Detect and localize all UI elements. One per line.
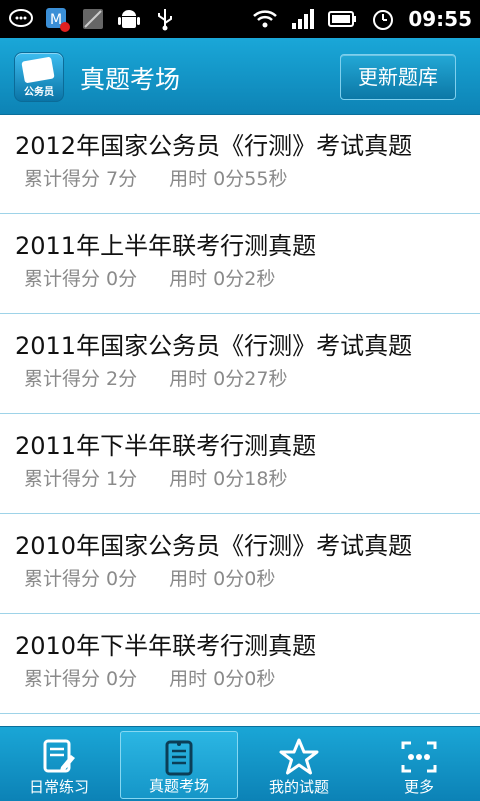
- wifi-icon: [253, 10, 278, 28]
- item-title: 2011年下半年联考行测真题: [15, 432, 317, 460]
- item-score: 累计得分 2分: [24, 368, 138, 390]
- tab-label: 真题考场: [148, 777, 209, 795]
- tab-real-exam[interactable]: 真题考场: [120, 731, 238, 799]
- tab-more[interactable]: 更多: [360, 731, 478, 799]
- battery-icon: [328, 11, 357, 27]
- item-meta: 累计得分 0分 用时 0分0秒: [24, 564, 275, 591]
- list-item[interactable]: 2011年下半年联考行测真题 累计得分 1分 用时 0分18秒: [0, 414, 480, 514]
- list-item[interactable]: 2012年国家公务员《行测》考试真题 累计得分 7分 用时 0分55秒: [0, 114, 480, 214]
- page-title: 真题考场: [80, 65, 181, 94]
- chat-icon: [9, 9, 33, 27]
- item-title: 2011年国家公务员《行测》考试真题: [15, 332, 413, 360]
- tab-label: 更多: [403, 778, 434, 796]
- app-logo: 公务员: [14, 52, 64, 102]
- item-title: 2010年下半年联考行测真题: [15, 632, 317, 660]
- list-item[interactable]: 2010年国家公务员《行测》考试真题 累计得分 0分 用时 0分0秒: [0, 514, 480, 614]
- star-icon: [279, 738, 319, 775]
- bottom-tab-bar: 日常练习 真题考场 我的试题 更多: [0, 726, 480, 801]
- item-meta: 累计得分 0分 用时 0分0秒: [24, 664, 275, 691]
- item-title: 2012年国家公务员《行测》考试真题: [15, 132, 413, 160]
- more-icon: [401, 741, 437, 773]
- edit-icon: [43, 739, 75, 773]
- item-score: 累计得分 7分: [24, 168, 138, 190]
- item-time: 用时 0分0秒: [169, 568, 276, 590]
- usb-icon: [158, 9, 172, 31]
- android-icon: [118, 10, 140, 28]
- tab-label: 日常练习: [28, 778, 89, 796]
- item-title: 2010年国家公务员《行测》考试真题: [15, 532, 413, 560]
- item-time: 用时 0分27秒: [169, 368, 288, 390]
- list-item[interactable]: 2011年国家公务员《行测》考试真题 累计得分 2分 用时 0分27秒: [0, 314, 480, 414]
- item-title: 2011年上半年联考行测真题: [15, 232, 317, 260]
- item-time: 用时 0分2秒: [169, 268, 276, 290]
- item-score: 累计得分 1分: [24, 468, 138, 490]
- security-app-icon: M: [46, 8, 70, 32]
- item-time: 用时 0分55秒: [169, 168, 288, 190]
- alarm-icon: [373, 10, 394, 30]
- title-bar: 公务员 真题考场 更新题库: [0, 38, 480, 115]
- item-meta: 累计得分 0分 用时 0分2秒: [24, 264, 275, 291]
- item-time: 用时 0分18秒: [169, 468, 288, 490]
- update-question-bank-button[interactable]: 更新题库: [340, 54, 456, 100]
- status-bar: M 09:55: [0, 0, 480, 38]
- exam-list: 2012年国家公务员《行测》考试真题 累计得分 7分 用时 0分55秒 2011…: [0, 114, 480, 726]
- list-item[interactable]: 2010年下半年联考行测真题 累计得分 0分 用时 0分0秒: [0, 614, 480, 714]
- no-signal-icon: [83, 9, 103, 29]
- tab-label: 我的试题: [268, 778, 329, 796]
- tab-my-questions[interactable]: 我的试题: [240, 731, 358, 799]
- item-meta: 累计得分 1分 用时 0分18秒: [24, 464, 287, 491]
- status-bar-system: 09:55: [252, 4, 472, 34]
- item-score: 累计得分 0分: [24, 268, 138, 290]
- item-meta: 累计得分 2分 用时 0分27秒: [24, 364, 287, 391]
- status-time: 09:55: [408, 7, 472, 31]
- signal-icon: [292, 9, 315, 29]
- notebook-icon: [165, 740, 193, 776]
- item-meta: 累计得分 7分 用时 0分55秒: [24, 164, 287, 191]
- logo-card-icon: [21, 56, 55, 84]
- item-score: 累计得分 0分: [24, 568, 138, 590]
- item-time: 用时 0分0秒: [169, 668, 276, 690]
- list-item[interactable]: 2011年上半年联考行测真题 累计得分 0分 用时 0分2秒: [0, 214, 480, 314]
- tab-daily-practice[interactable]: 日常练习: [0, 731, 118, 799]
- logo-text: 公务员: [24, 87, 54, 98]
- item-score: 累计得分 0分: [24, 668, 138, 690]
- status-bar-notifications: M: [8, 4, 178, 34]
